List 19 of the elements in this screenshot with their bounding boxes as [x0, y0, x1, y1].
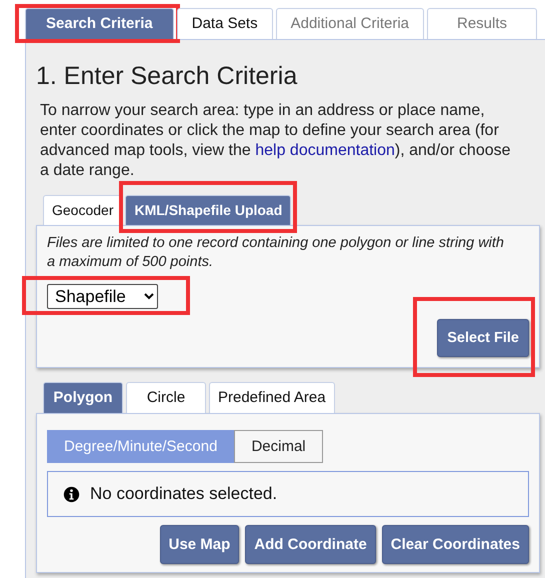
section-heading: 1. Enter Search Criteria — [36, 62, 298, 91]
format-toggle[interactable]: Decimal — [234, 430, 323, 463]
tab[interactable]: Polygon — [43, 382, 123, 413]
instructions-text: To narrow your search area: type in an address or place name, enter coordinates or click the map to define your search area (for advanced map tools, view the help documentation), and/or choose a date range. — [40, 101, 512, 181]
tab[interactable]: Search Criteria — [25, 8, 174, 39]
action-button[interactable]: Clear Coordinates — [382, 525, 529, 564]
info-icon — [63, 486, 80, 502]
info-message: No coordinates selected. — [90, 484, 278, 504]
upload-note: Files are limited to one record containing one polygon or line string with a maximum of 500 points. — [47, 234, 505, 272]
tab[interactable]: KML/Shapefile Upload — [125, 195, 292, 225]
action-button[interactable]: Use Map — [160, 525, 240, 564]
tab[interactable]: Data Sets — [176, 8, 273, 39]
tab[interactable]: Circle — [126, 382, 206, 413]
format-toggle[interactable]: Degree/Minute/Second — [47, 430, 234, 463]
tab[interactable]: Predefined Area — [209, 382, 335, 413]
file-type-dropdown[interactable]: Shapefile — [47, 284, 158, 309]
help-link[interactable]: help documentation — [255, 142, 395, 159]
select-file-button[interactable]: Select File — [437, 319, 529, 357]
action-button[interactable]: Add Coordinate — [245, 525, 376, 564]
